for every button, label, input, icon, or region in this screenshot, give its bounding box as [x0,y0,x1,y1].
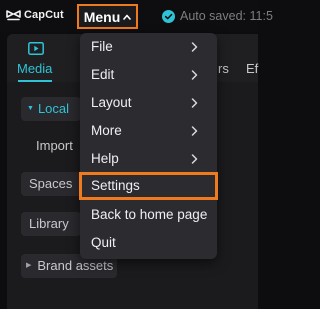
menu-item-label: Settings [91,178,140,193]
sidebar-item-local[interactable]: ▼ Local [21,97,81,121]
menu-item-settings[interactable]: Settings [79,172,218,200]
media-icon [28,42,44,55]
sidebar-item-import[interactable]: Import [30,134,73,158]
menu-item-label: More [91,123,122,138]
menu-item-help[interactable]: Help [80,145,217,173]
menu-item-back-to-home[interactable]: Back to home page [80,201,217,229]
capcut-logo-icon [6,10,21,21]
menu-item-label: Layout [91,95,132,110]
tab-effects[interactable]: Ef [246,61,258,76]
autosave-text: Auto saved: 11:5 [180,9,273,23]
check-circle-icon [162,9,175,23]
tab-stickers[interactable]: rs [218,61,229,76]
sidebar-item-spaces[interactable]: Spaces [21,172,81,196]
menu-item-label: Back to home page [91,207,208,222]
menu-item-layout[interactable]: Layout [80,89,217,117]
menu-button[interactable]: Menu [77,4,138,29]
sidebar-item-label: Local [37,101,70,116]
menu-item-label: Help [91,151,119,166]
menu-item-more[interactable]: More [80,117,217,145]
chevron-right-icon [191,98,198,108]
autosave-status: Auto saved: 11:5 [162,9,273,23]
sidebar-item-library[interactable]: Library [21,212,81,236]
tab-media-label: Media [17,61,53,76]
tab-media[interactable]: Media [12,38,60,78]
chevron-right-icon [191,42,198,52]
menu-button-label: Menu [83,8,121,25]
menu-item-edit[interactable]: Edit [80,61,217,89]
menu-item-label: Quit [91,235,116,250]
chevron-right-icon [191,70,198,80]
chevron-up-icon [123,14,132,20]
main-menu-dropdown: File Edit Layout More Help Settings Back… [79,33,218,259]
menu-item-label: File [91,39,113,54]
menu-item-quit[interactable]: Quit [80,229,217,257]
menu-item-file[interactable]: File [80,33,217,61]
chevron-right-icon [191,154,198,164]
active-tab-indicator [18,80,52,82]
caret-down-icon: ▼ [27,105,34,112]
title-bar: CapCut Menu Auto saved: 11:5 [0,0,273,32]
menu-item-label: Edit [91,67,115,82]
capcut-logo: CapCut [6,9,64,21]
logo-text: CapCut [24,9,64,21]
chevron-right-icon [191,126,198,136]
caret-right-icon: ▶ [26,262,32,269]
